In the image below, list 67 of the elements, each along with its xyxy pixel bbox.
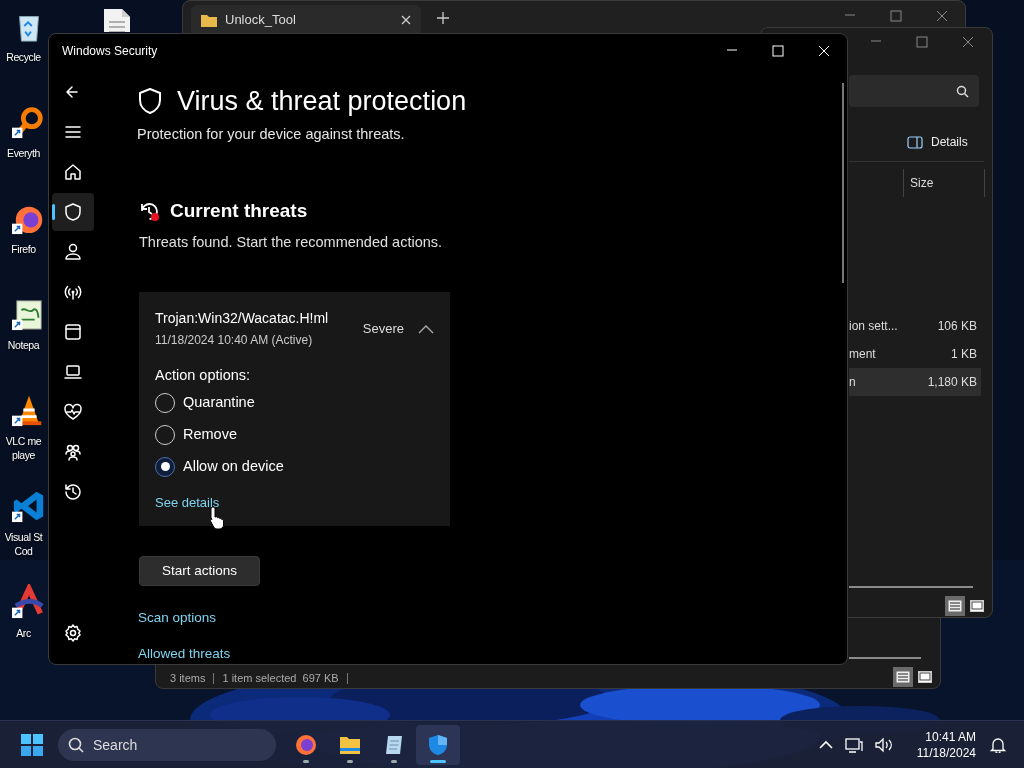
threat-name: Trojan:Win32/Wacatac.H!ml	[155, 309, 329, 328]
file-name: n	[849, 374, 856, 391]
file-size: 106 KB	[937, 318, 977, 335]
magnifier-icon[interactable]	[12, 104, 46, 140]
icon-label: Firefo	[11, 242, 36, 256]
shield-icon[interactable]	[416, 724, 460, 765]
start-actions-button[interactable]: Start actions	[139, 556, 261, 586]
radio-label: Quarantine	[183, 392, 255, 412]
radio-label: Allow on device	[183, 456, 284, 476]
details-view-icon[interactable]	[893, 667, 913, 687]
explorer-tab[interactable]: Unlock_Tool	[191, 5, 421, 35]
search-icon	[956, 84, 969, 98]
panel-icon	[907, 135, 923, 149]
file-row[interactable]: ment 1 KB	[849, 340, 981, 368]
page-heading: Virus & threat protection	[177, 85, 467, 118]
severity-label: Severe	[362, 319, 404, 338]
scrollbar[interactable]	[849, 657, 921, 659]
scrollbar[interactable]	[849, 586, 973, 588]
clock-time[interactable]: 10:41 AM	[925, 728, 976, 745]
file-name: ment	[849, 346, 876, 363]
radio-button[interactable]	[155, 456, 175, 477]
status-text: 1 item selected 697 KB	[222, 671, 339, 686]
action-label: Action options:	[155, 366, 251, 385]
chevron-up-icon[interactable]	[418, 323, 434, 334]
search-field[interactable]	[849, 75, 979, 107]
file-size: 1 KB	[951, 346, 977, 363]
folder-icon	[201, 13, 217, 27]
icon-label: Notepa	[7, 338, 40, 352]
radio-label: Remove	[183, 424, 237, 444]
plus-icon[interactable]	[437, 12, 449, 24]
icon-label: Recycle	[6, 50, 41, 64]
network-icon[interactable]	[844, 736, 863, 753]
volume-icon[interactable]	[874, 736, 893, 753]
page-subtitle: Protection for your device against threats.	[137, 125, 405, 144]
file-row[interactable]: ion sett... 106 KB	[849, 312, 981, 340]
icon-label: Arc	[16, 626, 31, 640]
start-icon[interactable]	[20, 732, 44, 757]
search-field[interactable]: Search	[58, 728, 276, 761]
icon-label: Everyth	[7, 146, 40, 160]
icon-label: Visual St	[4, 530, 43, 544]
section-text: Threats found. Start the recommended actions.	[139, 233, 443, 253]
link[interactable]: Allowed threats	[138, 643, 231, 664]
details-view-icon[interactable]	[945, 596, 965, 616]
icon-label: Cod	[14, 544, 33, 558]
window-title: Windows Security	[61, 42, 158, 60]
notification-bell-icon[interactable]	[990, 736, 1006, 753]
scrollbar[interactable]	[842, 83, 844, 283]
details-button[interactable]: Details	[901, 130, 974, 154]
search-icon	[68, 736, 84, 753]
shield-icon	[137, 87, 163, 115]
file-row[interactable]: n 1,180 KB	[849, 368, 981, 396]
clock-alert-icon	[139, 200, 160, 222]
icon-label: VLC me	[5, 434, 42, 448]
section-title: Current threats	[170, 198, 308, 223]
icon-label: playe	[11, 448, 36, 462]
column-header[interactable]: Size	[910, 174, 934, 192]
mouse-pointer-icon	[209, 506, 225, 530]
file-name: ion sett...	[849, 318, 898, 335]
status-text: 3 items	[170, 671, 206, 686]
arc-logo-icon[interactable]	[12, 584, 46, 620]
threat-date: 11/18/2024 10:40 AM (Active)	[155, 332, 314, 349]
clock-date[interactable]: 11/18/2024	[916, 744, 976, 761]
details-link[interactable]: See details	[155, 492, 220, 513]
file-size: 1,180 KB	[927, 374, 977, 391]
close-icon[interactable]	[401, 15, 411, 25]
link[interactable]: Scan options	[138, 607, 231, 628]
shield-icon[interactable]	[52, 193, 94, 231]
